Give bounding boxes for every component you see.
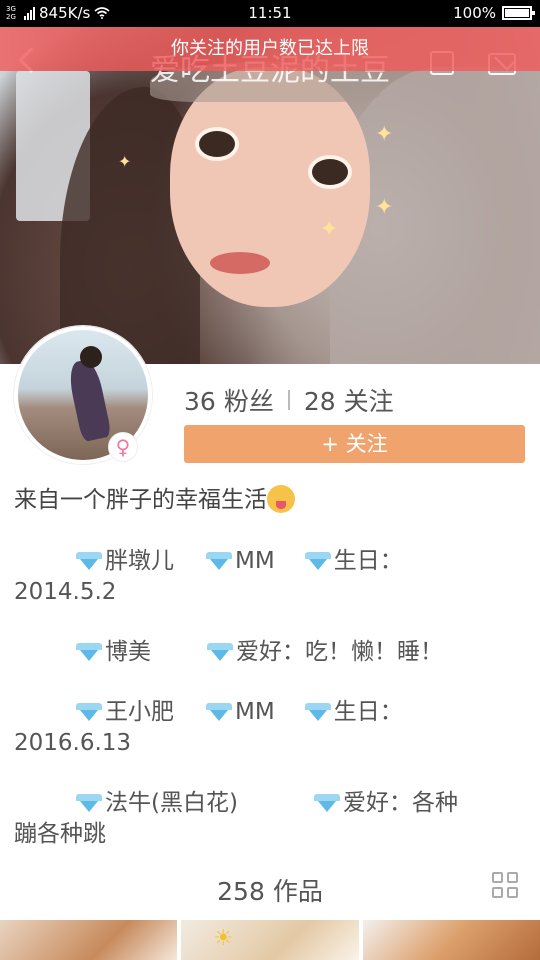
grid-icon[interactable] (492, 872, 520, 900)
info-line: 胖墩儿 MM 生日： 2014.5.2 (14, 546, 534, 608)
info-text: 2014.5.2 (14, 579, 117, 605)
diamond-icon (76, 552, 102, 570)
fans-stat[interactable]: 36 粉丝 (184, 382, 274, 418)
info-text: 蹦各种跳 (14, 821, 106, 847)
following-count: 28 (303, 387, 336, 416)
info-text: MM (235, 699, 275, 725)
sparkle-icon: ✦ (320, 217, 339, 242)
diamond-icon (76, 703, 102, 721)
diamond-icon (304, 552, 331, 570)
sparkle-icon: ✦ (118, 152, 132, 171)
status-bar: 3G 2G 845K/s 11:51 100% (0, 0, 540, 27)
diamond-icon (76, 643, 102, 661)
diamond-icon (206, 552, 232, 570)
info-text: 王小肥 (105, 699, 174, 725)
info-text: 爱好：各种 (342, 790, 458, 816)
following-label: 关注 (343, 387, 394, 416)
female-icon: ♀ (108, 432, 138, 462)
diamond-icon (207, 643, 233, 661)
follow-stats: 36 粉丝 28 关注 (184, 382, 394, 418)
diamond-icon (313, 794, 340, 812)
follow-button[interactable]: + 关注 (184, 425, 525, 463)
cover-lips (210, 252, 270, 274)
info-line: 法牛(黑白花) 爱好：各种蹦各种跳 (14, 788, 534, 850)
cover-face (170, 67, 370, 307)
sparkle-icon: ✦ (375, 195, 394, 220)
fans-label: 粉丝 (223, 387, 274, 416)
status-right: 100% (453, 4, 535, 22)
bio-text: 来自一个胖子的幸福生活 (14, 487, 267, 513)
toast-message: 你关注的用户数已达上限 (0, 27, 540, 71)
sun-icon: ☀ (213, 926, 234, 951)
cover-photo: ✦ ✦ ✦ ✦ 爱吃土豆泥的土豆 (0, 27, 540, 364)
info-line: 王小肥 MM 生日： 2016.6.13 (14, 697, 534, 759)
bio: 来自一个胖子的幸福生活 (14, 484, 534, 516)
works-header: 258 作品 (0, 866, 540, 910)
cover-eye-left (195, 127, 239, 161)
stats-divider (287, 390, 290, 410)
work-thumbnail[interactable] (362, 920, 540, 960)
info-text: 生日： (333, 548, 403, 574)
work-thumbnail[interactable]: ☀ (181, 920, 359, 960)
avatar-figure (66, 357, 112, 443)
info-text: 爱好：吃！懒！睡！ (236, 639, 443, 665)
info-text: 生日： (333, 699, 403, 725)
fans-count: 36 (184, 387, 216, 416)
battery-percent: 100% (453, 4, 496, 22)
work-thumbnail[interactable] (0, 920, 178, 960)
works-grid: ☀ (0, 920, 540, 960)
profile-info: 胖墩儿 MM 生日： 2014.5.2 博美 爱好：吃！懒！睡！ 王小肥 MM 生日： 201… (14, 546, 534, 850)
avatar-head (80, 346, 102, 368)
info-text: 法牛(黑白花) (105, 790, 238, 816)
info-text: 2016.6.13 (14, 730, 132, 756)
info-text: MM (235, 548, 275, 574)
info-text: 胖墩儿 (105, 548, 174, 574)
sparkle-icon: ✦ (375, 122, 394, 147)
diamond-icon (206, 703, 232, 721)
info-line: 博美 爱好：吃！懒！睡！ (14, 637, 534, 668)
info-text: 博美 (105, 639, 151, 665)
diamond-icon (76, 794, 102, 812)
following-stat[interactable]: 28 关注 (304, 382, 394, 418)
battery-icon (502, 6, 535, 20)
works-count: 258 作品 (217, 877, 323, 906)
cover-eye-right (308, 155, 352, 189)
diamond-icon (304, 703, 331, 721)
tongue-emoji-icon (267, 485, 295, 513)
